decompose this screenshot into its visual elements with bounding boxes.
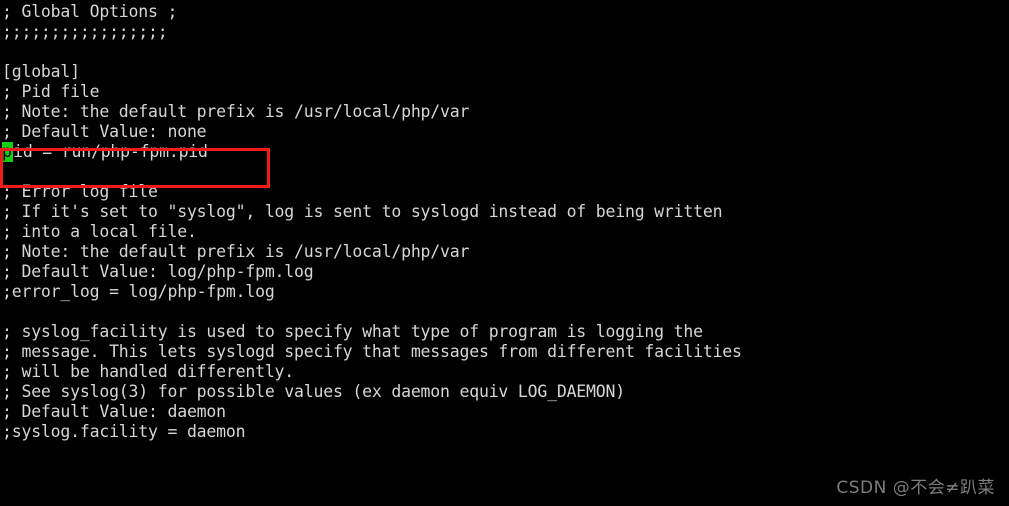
code-line: ; Global Options ; <box>2 2 178 21</box>
code-line: ; Note: the default prefix is /usr/local… <box>2 102 470 121</box>
csdn-watermark: CSDN @不会≠趴菜 <box>836 478 995 498</box>
code-line: ; See syslog(3) for possible values (ex … <box>2 382 625 401</box>
code-line: ; If it's set to "syslog", log is sent t… <box>2 202 723 221</box>
code-line: ;;;;;;;;;;;;;;;;; <box>2 22 168 41</box>
cursor-block: p <box>2 142 14 162</box>
code-line: ; Pid file <box>2 82 100 101</box>
code-line: ; into a local file. <box>2 222 197 241</box>
code-line: ; will be handled differently. <box>2 362 295 381</box>
code-text-area[interactable]: ; Global Options ;;;;;;;;;;;;;;;;;; [glo… <box>2 2 1007 442</box>
code-line: ; Note: the default prefix is /usr/local… <box>2 242 470 261</box>
code-line: ; Default Value: log/php-fpm.log <box>2 262 314 281</box>
code-line: ; Default Value: none <box>2 122 207 141</box>
code-line: ; Default Value: daemon <box>2 402 226 421</box>
code-line: [global] <box>2 62 80 81</box>
code-line-text: id = run/php-fpm.pid <box>13 142 208 161</box>
code-line: ; Error log file <box>2 182 158 201</box>
code-line: ; message. This lets syslogd specify tha… <box>2 342 742 361</box>
code-line: ;error_log = log/php-fpm.log <box>2 282 275 301</box>
code-line: ; syslog_facility is used to specify wha… <box>2 322 703 341</box>
terminal-window[interactable]: ; Global Options ;;;;;;;;;;;;;;;;;; [glo… <box>0 0 1009 506</box>
code-line: ;syslog.facility = daemon <box>2 422 246 441</box>
code-line: pid = run/php-fpm.pid <box>2 142 1007 162</box>
